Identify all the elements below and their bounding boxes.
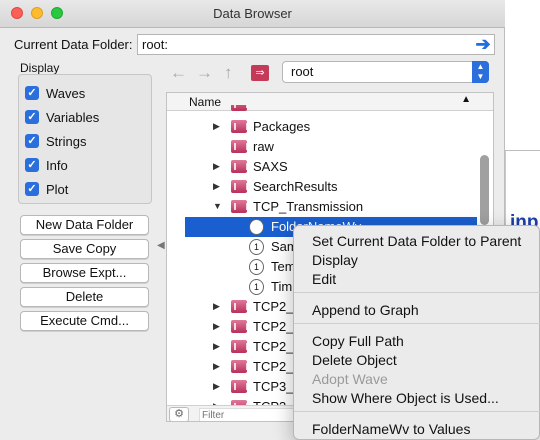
numeric-wave-icon: 1 xyxy=(249,259,264,275)
execute-cmd-button[interactable]: Execute Cmd... xyxy=(20,311,149,331)
context-menu: Set Current Data Folder to Parent Displa… xyxy=(293,225,540,440)
folder-select[interactable]: root ▲ ▼ xyxy=(282,61,489,83)
folder-icon xyxy=(231,200,248,213)
checkbox-checked-icon[interactable]: ✓ xyxy=(25,110,39,124)
up-arrow-icon[interactable]: ↑ xyxy=(224,63,233,83)
menu-item-display[interactable]: Display xyxy=(312,252,358,268)
save-copy-button[interactable]: Save Copy xyxy=(20,239,149,259)
list-item[interactable]: ▼ TCP_Transmission xyxy=(167,197,477,217)
background-window-edge xyxy=(505,150,540,151)
menu-item-adopt-wave: Adopt Wave xyxy=(312,371,388,387)
disclosure-triangle-icon[interactable]: ▶ xyxy=(213,361,220,372)
checkbox-checked-icon[interactable]: ✓ xyxy=(25,86,39,100)
item-label: TCP2_ xyxy=(253,319,294,334)
current-folder-label: Current Data Folder: xyxy=(14,37,133,52)
list-item[interactable]: ▶ Packages xyxy=(167,117,477,137)
item-label: TCP2_ xyxy=(253,339,294,354)
item-label: raw xyxy=(253,139,274,154)
new-data-folder-button[interactable]: New Data Folder xyxy=(20,215,149,235)
menu-separator xyxy=(294,411,540,412)
numeric-wave-icon: 1 xyxy=(249,279,264,295)
item-label: Tim xyxy=(271,279,293,294)
disclosure-triangle-expanded-icon[interactable]: ▼ xyxy=(213,201,222,211)
delete-button[interactable]: Delete xyxy=(20,287,149,307)
pane-splitter-handle[interactable]: ◀ xyxy=(157,240,165,251)
browse-expt-button[interactable]: Browse Expt... xyxy=(20,263,149,283)
item-label: TCP2_ xyxy=(253,299,294,314)
updown-chevron-icon[interactable]: ▲ ▼ xyxy=(472,61,489,83)
folder-icon xyxy=(231,180,248,193)
display-waves-label: Waves xyxy=(46,85,86,101)
checkbox-checked-icon[interactable]: ✓ xyxy=(25,182,39,196)
disclosure-triangle-icon[interactable]: ▶ xyxy=(213,321,220,332)
disclosure-triangle-icon[interactable]: ▶ xyxy=(213,341,220,352)
item-label: Packages xyxy=(253,119,311,134)
item-label: TCP3_ xyxy=(253,379,294,394)
menu-item-copy-full-path[interactable]: Copy Full Path xyxy=(312,333,404,349)
folder-icon xyxy=(231,320,248,333)
disclosure-triangle-icon[interactable]: ▶ xyxy=(213,301,220,312)
folder-icon xyxy=(231,140,248,153)
folder-icon xyxy=(231,120,248,133)
display-waves-option[interactable]: ✓ Waves xyxy=(25,83,85,103)
checkbox-checked-icon[interactable]: ✓ xyxy=(25,134,39,148)
folder-icon xyxy=(231,300,248,313)
item-label: TCP_Transmission xyxy=(253,199,364,214)
display-variables-option[interactable]: ✓ Variables xyxy=(25,107,99,127)
item-label: TCP2_ xyxy=(253,359,294,374)
numeric-wave-icon: 1 xyxy=(249,239,264,255)
menu-item-set-current-folder-parent[interactable]: Set Current Data Folder to Parent xyxy=(312,233,521,249)
back-arrow-icon[interactable]: ← xyxy=(170,63,187,83)
display-strings-option[interactable]: ✓ Strings xyxy=(25,131,86,151)
menu-item-delete-object[interactable]: Delete Object xyxy=(312,352,397,368)
gear-icon[interactable]: ⚙ xyxy=(169,407,189,421)
display-info-label: Info xyxy=(46,157,68,173)
set-current-folder-icon[interactable]: ⇒ xyxy=(251,65,269,81)
menu-item-edit[interactable]: Edit xyxy=(312,271,336,287)
display-group-label: Display xyxy=(20,61,60,75)
sort-ascending-icon[interactable]: ▲ xyxy=(461,94,471,105)
folder-icon xyxy=(231,360,248,373)
list-item[interactable]: ▶ SearchResults xyxy=(167,177,477,197)
folder-icon xyxy=(231,160,248,173)
checkbox-checked-icon[interactable]: ✓ xyxy=(25,158,39,172)
list-item[interactable]: ▶ SAXS xyxy=(167,157,477,177)
current-folder-field[interactable]: root: xyxy=(137,34,495,55)
item-label: SearchResults xyxy=(253,179,338,194)
title-bar: Data Browser xyxy=(0,0,505,28)
display-info-option[interactable]: ✓ Info xyxy=(25,155,68,175)
menu-item-show-where-used[interactable]: Show Where Object is Used... xyxy=(312,390,499,406)
list-item[interactable]: raw xyxy=(167,137,477,157)
item-label: Tem xyxy=(271,259,296,274)
disclosure-triangle-icon[interactable]: ▶ xyxy=(213,121,220,132)
list-item-partial xyxy=(167,105,477,113)
menu-separator xyxy=(294,292,540,293)
go-arrow-icon[interactable]: ➔ xyxy=(472,34,494,55)
display-plot-label: Plot xyxy=(46,181,69,197)
menu-separator xyxy=(294,323,540,324)
window-title: Data Browser xyxy=(213,6,292,21)
disclosure-triangle-icon[interactable]: ▶ xyxy=(213,381,220,392)
display-options-group: ✓ Waves ✓ Variables ✓ Strings ✓ Info ✓ P… xyxy=(18,74,152,204)
folder-icon xyxy=(231,380,248,393)
menu-item-append-to-graph[interactable]: Append to Graph xyxy=(312,302,419,318)
disclosure-triangle-icon[interactable]: ▶ xyxy=(213,181,220,192)
list-scrollbar[interactable] xyxy=(480,155,489,225)
folder-select-value: root xyxy=(291,64,314,79)
display-strings-label: Strings xyxy=(46,133,87,149)
text-wave-icon: T xyxy=(249,219,264,235)
display-plot-option[interactable]: ✓ Plot xyxy=(25,179,68,199)
folder-icon xyxy=(231,105,248,111)
menu-item-to-values[interactable]: FolderNameWv to Values xyxy=(312,421,470,437)
forward-arrow-icon[interactable]: → xyxy=(196,63,213,83)
item-label: SAXS xyxy=(253,159,288,174)
disclosure-triangle-icon[interactable]: ▶ xyxy=(213,161,220,172)
display-variables-label: Variables xyxy=(46,109,100,125)
folder-icon xyxy=(231,340,248,353)
